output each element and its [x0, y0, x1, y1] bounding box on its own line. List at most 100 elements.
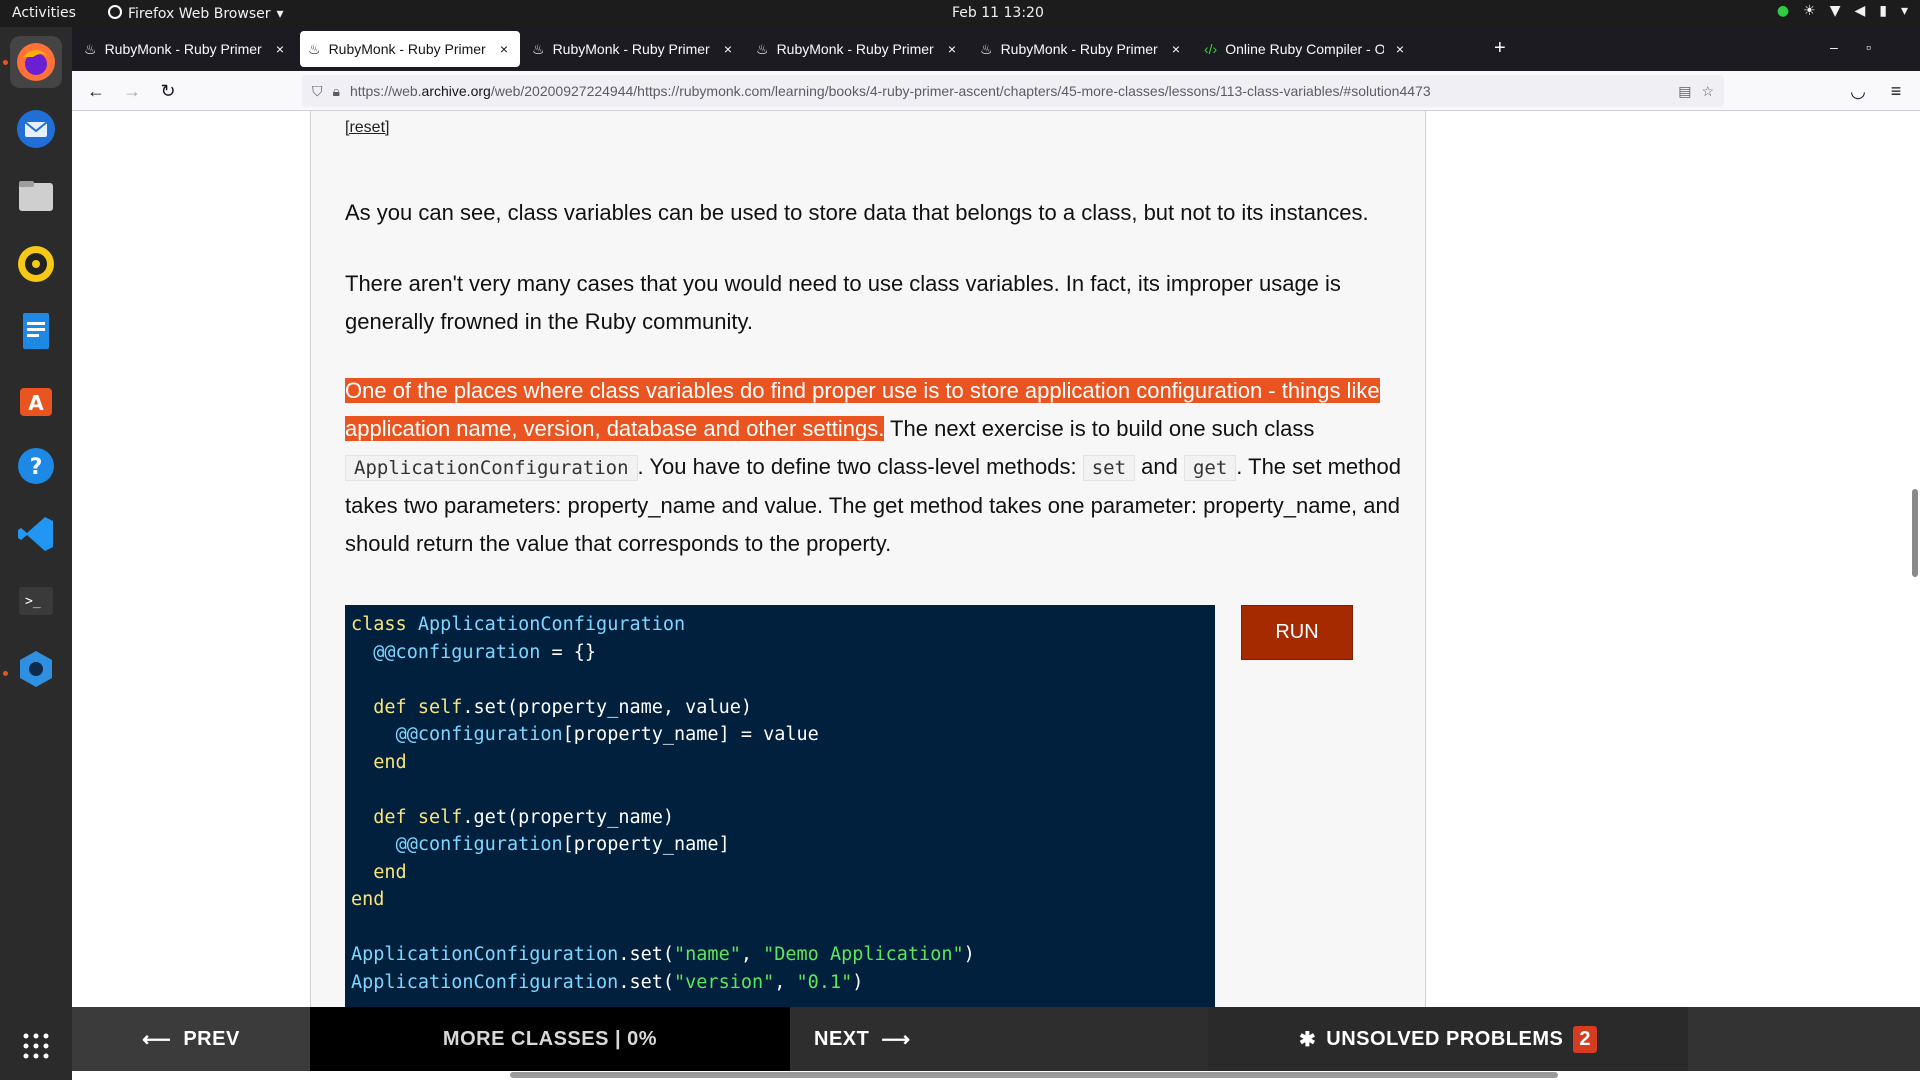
- app-menu-label: Firefox Web Browser: [128, 6, 271, 22]
- reset-link[interactable]: [reset]: [345, 119, 389, 137]
- lock-icon[interactable]: 🔒︎: [333, 83, 340, 100]
- back-button[interactable]: ←: [84, 79, 108, 103]
- software-center-dock-icon[interactable]: A: [10, 373, 62, 425]
- unsolved-count-badge: 2: [1573, 1025, 1597, 1053]
- chapter-progress-label: MORE CLASSES | 0%: [442, 1027, 658, 1050]
- minimize-icon[interactable]: –: [1830, 39, 1838, 55]
- inline-code: get: [1183, 455, 1237, 481]
- horizontal-scrollbar[interactable]: [510, 1072, 1558, 1078]
- unsolved-problems-button[interactable]: ✱ UNSOLVED PROBLEMS 2: [1208, 1007, 1688, 1071]
- browser-tab[interactable]: ♨ RubyMonk - Ruby Primer ×: [972, 31, 1192, 67]
- app-menu[interactable]: Firefox Web Browser ▾: [108, 5, 284, 23]
- reader-view-icon[interactable]: ▤: [1678, 83, 1691, 100]
- nav-filler: [1688, 1007, 1920, 1071]
- lesson-paragraph: As you can see, class variables can be u…: [345, 200, 1369, 225]
- browser-tab[interactable]: ♨ RubyMonk - Ruby Primer ×: [76, 31, 296, 67]
- close-icon[interactable]: ×: [272, 41, 288, 57]
- tab-favicon-icon: ♨: [756, 40, 769, 57]
- lesson-paragraph-exercise: One of the places where class variables …: [345, 372, 1405, 563]
- close-icon[interactable]: ×: [720, 41, 736, 57]
- firefox-dock-icon[interactable]: [10, 36, 62, 88]
- next-label: NEXT: [814, 1027, 870, 1050]
- prev-label: PREV: [183, 1027, 240, 1050]
- help-dock-icon[interactable]: ?: [10, 440, 62, 492]
- close-icon[interactable]: ×: [496, 41, 512, 57]
- svg-text:A: A: [28, 391, 44, 415]
- url-prefix: https://web.: [349, 83, 422, 99]
- new-tab-button[interactable]: +: [1494, 37, 1506, 60]
- url-text[interactable]: https://web.archive.org/web/202009272249…: [350, 83, 1668, 99]
- vertical-scrollbar[interactable]: [1912, 489, 1918, 577]
- restore-icon[interactable]: ▫: [1866, 39, 1871, 55]
- writer-dock-icon[interactable]: [10, 305, 62, 357]
- volume-icon: ◀: [1854, 3, 1866, 19]
- system-tray[interactable]: ● ☀ ▼ ◀ ▮ ▾: [1777, 3, 1908, 19]
- text-span: . You have to define two class-level met…: [637, 454, 1083, 479]
- run-button[interactable]: RUN: [1241, 605, 1353, 660]
- reload-button[interactable]: ↻: [156, 79, 180, 103]
- sync-icon: ●: [1776, 3, 1790, 19]
- tab-title: RubyMonk - Ruby Primer: [552, 41, 710, 57]
- forward-button[interactable]: →: [120, 79, 144, 103]
- menu-icon[interactable]: ≡: [1884, 79, 1908, 103]
- running-indicator: [3, 671, 8, 676]
- clock[interactable]: Feb 11 13:20: [952, 5, 1044, 21]
- url-bar[interactable]: ⛉ 🔒︎ https://web.archive.org/web/2020092…: [302, 75, 1724, 107]
- chevron-down-icon: ▾: [276, 6, 284, 22]
- tab-favicon-icon: ♨: [84, 40, 97, 57]
- rhythmbox-dock-icon[interactable]: [10, 238, 62, 290]
- show-apps-icon[interactable]: [10, 1020, 62, 1072]
- files-dock-icon[interactable]: [10, 170, 62, 222]
- close-icon[interactable]: ×: [944, 41, 960, 57]
- tab-title: RubyMonk - Ruby Primer: [104, 41, 262, 57]
- lesson-navigation-bar: ⟵ PREV MORE CLASSES | 0% NEXT ⟶ ✱ UNSOLV…: [72, 1007, 1920, 1071]
- activities-button[interactable]: Activities: [12, 5, 76, 21]
- tab-bar: ♨ RubyMonk - Ruby Primer × ♨ RubyMonk - …: [72, 27, 1920, 71]
- pocket-icon[interactable]: ◡: [1846, 79, 1870, 103]
- close-icon[interactable]: ×: [1392, 41, 1408, 57]
- firefox-icon: [108, 5, 122, 23]
- code-editor[interactable]: class ApplicationConfiguration @@configu…: [345, 605, 1215, 1025]
- browser-tab-active[interactable]: ♨ RubyMonk - Ruby Primer ×: [300, 31, 520, 67]
- puzzle-icon: ✱: [1299, 1028, 1317, 1051]
- shield-icon[interactable]: ⛉: [312, 83, 323, 100]
- tab-favicon-icon: ♨: [980, 40, 993, 57]
- tab-title: RubyMonk - Ruby Primer: [328, 41, 486, 57]
- lesson-paragraph: There aren't very many cases that you wo…: [345, 271, 1341, 334]
- lesson-content: [reset] As you can see, class variables …: [310, 111, 1426, 1025]
- tab-title: RubyMonk - Ruby Primer: [776, 41, 934, 57]
- browser-tab[interactable]: ♨ RubyMonk - Ruby Primer ×: [748, 31, 968, 67]
- battery-icon: ▮: [1879, 3, 1887, 19]
- dock: A ? >_: [0, 27, 72, 1080]
- wifi-icon: ▼: [1829, 3, 1841, 19]
- tab-favicon-icon: ♨: [308, 40, 321, 57]
- svg-text:>_: >_: [25, 594, 41, 609]
- url-path: /web/20200927224944/https://rubymonk.com…: [490, 83, 1431, 99]
- inline-code: ApplicationConfiguration: [345, 455, 638, 481]
- svg-text:?: ?: [30, 455, 43, 480]
- chapter-progress: MORE CLASSES | 0%: [310, 1007, 790, 1071]
- thunderbird-dock-icon[interactable]: [10, 103, 62, 155]
- bookmark-star-icon[interactable]: ☆: [1701, 83, 1714, 100]
- active-indicator: [3, 60, 8, 65]
- tab-title: RubyMonk - Ruby Primer: [1000, 41, 1158, 57]
- inline-code: set: [1082, 455, 1136, 481]
- vscode-dock-icon[interactable]: [10, 508, 62, 560]
- chevron-down-icon: ▾: [1900, 3, 1908, 19]
- text-span: The next exercise is to build one such c…: [884, 416, 1315, 441]
- app-dock-icon[interactable]: [10, 643, 62, 695]
- prev-button[interactable]: ⟵ PREV: [72, 1007, 310, 1071]
- browser-tab[interactable]: ‹/› Online Ruby Compiler - O ×: [1196, 31, 1416, 67]
- browser-tab[interactable]: ♨ RubyMonk - Ruby Primer ×: [524, 31, 744, 67]
- close-icon[interactable]: ×: [1168, 41, 1184, 57]
- terminal-dock-icon[interactable]: >_: [10, 575, 62, 627]
- brightness-icon: ☀: [1803, 3, 1816, 19]
- text-span: and: [1135, 454, 1184, 479]
- next-button[interactable]: NEXT ⟶: [790, 1007, 1208, 1071]
- web-page: [reset] As you can see, class variables …: [72, 111, 1920, 1080]
- unsolved-label: UNSOLVED PROBLEMS: [1326, 1027, 1564, 1050]
- arrow-right-icon: ⟶: [881, 1028, 911, 1051]
- tab-favicon-icon: ♨: [532, 40, 545, 57]
- code-favicon-icon: ‹/›: [1204, 41, 1218, 57]
- system-top-bar: Activities Firefox Web Browser ▾ Feb 11 …: [0, 0, 1920, 27]
